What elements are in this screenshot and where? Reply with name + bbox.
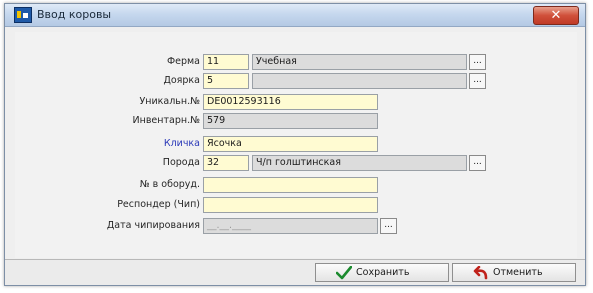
- cancel-button[interactable]: Отменить: [452, 263, 576, 282]
- chip-date-row: Дата чипирования __.__.____ ...: [15, 218, 577, 235]
- farm-code-input[interactable]: 11: [203, 54, 249, 70]
- inventory-no-row: Инвентарн.№ 579: [15, 113, 577, 130]
- breed-select-button[interactable]: ...: [469, 155, 486, 171]
- save-button[interactable]: Сохранить: [315, 263, 449, 282]
- dialog-button-bar: Сохранить Отменить: [5, 259, 585, 285]
- chip-date-picker-button[interactable]: ...: [380, 218, 397, 234]
- unique-no-row: Уникальн.№ DE0012593116: [15, 94, 577, 111]
- equipment-no-label: № в оборуд.: [139, 179, 200, 190]
- undo-arrow-icon: [473, 266, 488, 280]
- unique-no-label: Уникальн.№: [139, 96, 200, 107]
- nickname-row: Кличка Ясочка: [15, 136, 577, 153]
- form-area: Ферма 11 Учебная ... Доярка 5 ... Уникал…: [15, 32, 577, 258]
- cow-entry-dialog: Ввод коровы ✕ Ферма 11 Учебная ... Доярк…: [4, 3, 586, 286]
- milking-select-button[interactable]: ...: [469, 73, 486, 89]
- responder-input[interactable]: [203, 197, 378, 213]
- app-icon: [14, 7, 32, 23]
- breed-row: Порода 32 Ч/п голштинская ...: [15, 155, 577, 172]
- title-bar[interactable]: Ввод коровы ✕: [5, 4, 585, 27]
- milking-name-field: [252, 73, 467, 89]
- cancel-button-label: Отменить: [493, 267, 543, 278]
- milking-row: Доярка 5 ...: [15, 73, 577, 90]
- window-title: Ввод коровы: [37, 8, 112, 21]
- responder-row: Респондер (Чип): [15, 197, 577, 214]
- breed-name-field: Ч/п голштинская: [252, 155, 467, 171]
- farm-name-field: Учебная: [252, 54, 467, 70]
- farm-select-button[interactable]: ...: [469, 54, 486, 70]
- inventory-no-label: Инвентарн.№: [132, 115, 200, 126]
- chip-date-label: Дата чипирования: [106, 220, 200, 231]
- equipment-no-input[interactable]: [203, 177, 378, 193]
- milking-code-input[interactable]: 5: [203, 73, 249, 89]
- checkmark-icon: [336, 266, 352, 280]
- inventory-no-field: 579: [203, 113, 378, 129]
- equipment-no-row: № в оборуд.: [15, 177, 577, 194]
- nickname-input[interactable]: Ясочка: [203, 136, 378, 152]
- chip-date-input[interactable]: __.__.____: [203, 218, 378, 234]
- save-button-label: Сохранить: [356, 267, 410, 278]
- farm-row: Ферма 11 Учебная ...: [15, 54, 577, 71]
- breed-code-input[interactable]: 32: [203, 155, 249, 171]
- breed-label: Порода: [162, 157, 200, 168]
- close-button[interactable]: ✕: [533, 6, 579, 25]
- farm-label: Ферма: [166, 56, 200, 67]
- responder-label: Респондер (Чип): [117, 199, 200, 210]
- milking-label: Доярка: [163, 75, 200, 86]
- nickname-label: Кличка: [163, 138, 200, 149]
- unique-no-input[interactable]: DE0012593116: [203, 94, 378, 110]
